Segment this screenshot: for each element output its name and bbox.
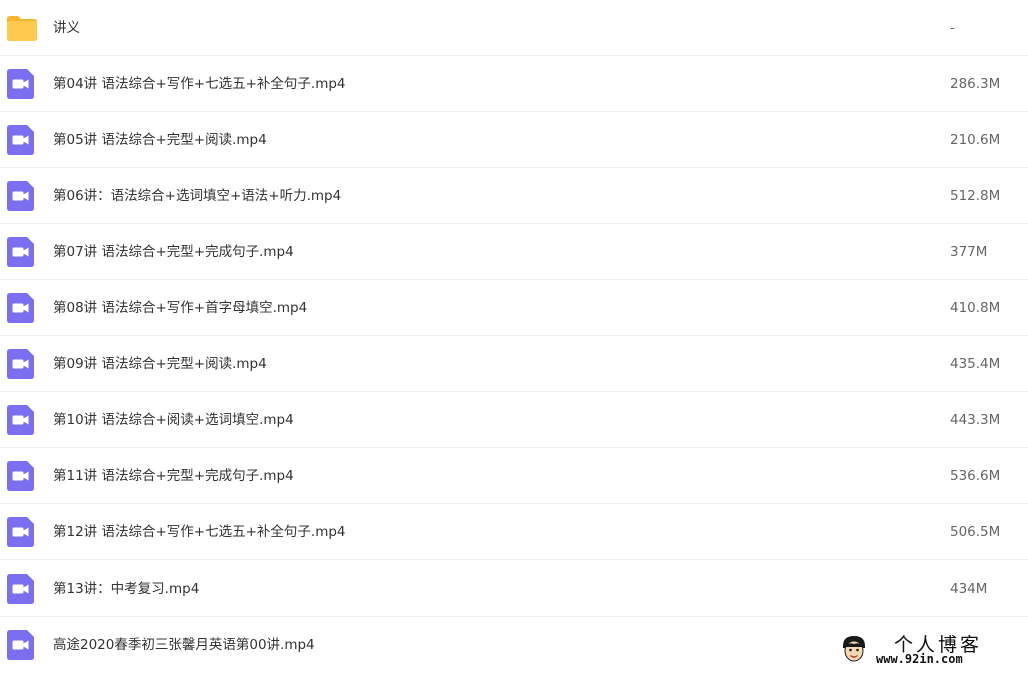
file-row[interactable]: 第09讲 语法综合+完型+阅读.mp4 435.4M — [0, 336, 1028, 392]
folder-icon — [7, 16, 37, 41]
file-size: 410.8M — [950, 300, 1001, 316]
file-row[interactable]: 第12讲 语法综合+写作+七选五+补全句子.mp4 506.5M — [0, 504, 1028, 560]
file-name: 第05讲 语法综合+完型+阅读.mp4 — [53, 132, 267, 148]
file-size: 435.4M — [950, 356, 1001, 372]
video-file-icon — [7, 181, 34, 211]
video-file-icon — [7, 461, 34, 491]
file-name: 第06讲：语法综合+选词填空+语法+听力.mp4 — [53, 188, 342, 204]
file-name: 第12讲 语法综合+写作+七选五+补全句子.mp4 — [53, 524, 346, 540]
file-name: 第04讲 语法综合+写作+七选五+补全句子.mp4 — [53, 76, 346, 92]
file-row[interactable]: 第06讲：语法综合+选词填空+语法+听力.mp4 512.8M — [0, 168, 1028, 224]
video-file-icon — [7, 293, 34, 323]
file-row[interactable]: 第10讲 语法综合+阅读+选词填空.mp4 443.3M — [0, 392, 1028, 448]
file-size: 536.6M — [950, 468, 1001, 484]
file-name: 第11讲 语法综合+完型+完成句子.mp4 — [53, 468, 294, 484]
file-row[interactable]: 第05讲 语法综合+完型+阅读.mp4 210.6M — [0, 112, 1028, 168]
video-file-icon — [7, 630, 34, 660]
file-name: 第07讲 语法综合+完型+完成句子.mp4 — [53, 244, 294, 260]
file-size: 512.8M — [950, 188, 1001, 204]
video-file-icon — [7, 405, 34, 435]
file-name: 讲义 — [53, 20, 80, 36]
video-file-icon — [7, 517, 34, 547]
video-file-icon — [7, 125, 34, 155]
file-size: 434M — [950, 581, 988, 597]
file-list: 讲义 - 第04讲 语法综合+写作+七选五+补全句子.mp4 286.3M 第0… — [0, 0, 1028, 672]
blog-watermark: 个人博客 www.92in.com — [836, 628, 1026, 670]
file-row[interactable]: 第11讲 语法综合+完型+完成句子.mp4 536.6M — [0, 448, 1028, 504]
file-size: 210.6M — [950, 132, 1001, 148]
watermark-url: www.92in.com — [876, 652, 963, 666]
video-file-icon — [7, 69, 34, 99]
file-row[interactable]: 第07讲 语法综合+完型+完成句子.mp4 377M — [0, 224, 1028, 280]
file-row[interactable]: 第08讲 语法综合+写作+首字母填空.mp4 410.8M — [0, 280, 1028, 336]
file-name: 第13讲：中考复习.mp4 — [53, 581, 200, 597]
file-size: 443.3M — [950, 412, 1001, 428]
file-name: 第10讲 语法综合+阅读+选词填空.mp4 — [53, 412, 294, 428]
file-name: 第09讲 语法综合+完型+阅读.mp4 — [53, 356, 267, 372]
file-row[interactable]: 第13讲：中考复习.mp4 434M — [0, 561, 1028, 617]
cartoon-face-icon — [843, 636, 865, 662]
video-file-icon — [7, 574, 34, 604]
video-file-icon — [7, 349, 34, 379]
video-file-icon — [7, 237, 34, 267]
file-name: 第08讲 语法综合+写作+首字母填空.mp4 — [53, 300, 308, 316]
file-size: 506.5M — [950, 524, 1001, 540]
folder-row-handouts[interactable]: 讲义 - — [0, 0, 1028, 56]
file-size: - — [950, 20, 955, 36]
file-name: 高途2020春季初三张馨月英语第00讲.mp4 — [53, 637, 315, 653]
file-row[interactable]: 第04讲 语法综合+写作+七选五+补全句子.mp4 286.3M — [0, 56, 1028, 112]
file-size: 377M — [950, 244, 988, 260]
file-size: 286.3M — [950, 76, 1001, 92]
